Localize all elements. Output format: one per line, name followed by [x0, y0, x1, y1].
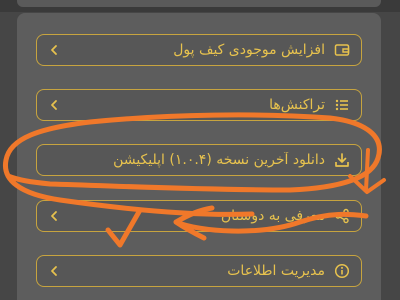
wallet-icon [333, 41, 351, 59]
top-bar [17, 0, 381, 7]
menu-item-manage-info[interactable]: مدیریت اطلاعات [36, 255, 362, 287]
menu-item-label: دانلود آخرین نسخه (۱.۰.۴) اپلیکیشن [113, 152, 325, 168]
download-icon [333, 151, 351, 169]
chevron-left-icon [47, 262, 61, 280]
chevron-left-icon [47, 41, 61, 59]
menu-item-invite-friends[interactable]: معرفی به دوستان [36, 200, 362, 232]
menu-item-download-app[interactable]: دانلود آخرین نسخه (۱.۰.۴) اپلیکیشن [36, 144, 362, 176]
share-icon [333, 207, 351, 225]
menu-item-label: مدیریت اطلاعات [227, 263, 325, 279]
list-icon [333, 96, 351, 114]
menu-item-label: تراکنش‌ها [269, 97, 325, 113]
menu-item-label: معرفی به دوستان [220, 208, 325, 224]
menu-item-label: افزایش موجودی کیف پول [173, 42, 325, 58]
chevron-left-icon [47, 96, 61, 114]
info-icon [333, 262, 351, 280]
app-screen: افزایش موجودی کیف پول تراکنش‌ها [0, 0, 400, 300]
chevron-left-icon [47, 207, 61, 225]
menu-item-wallet-topup[interactable]: افزایش موجودی کیف پول [36, 34, 362, 66]
menu-item-transactions[interactable]: تراکنش‌ها [36, 89, 362, 121]
